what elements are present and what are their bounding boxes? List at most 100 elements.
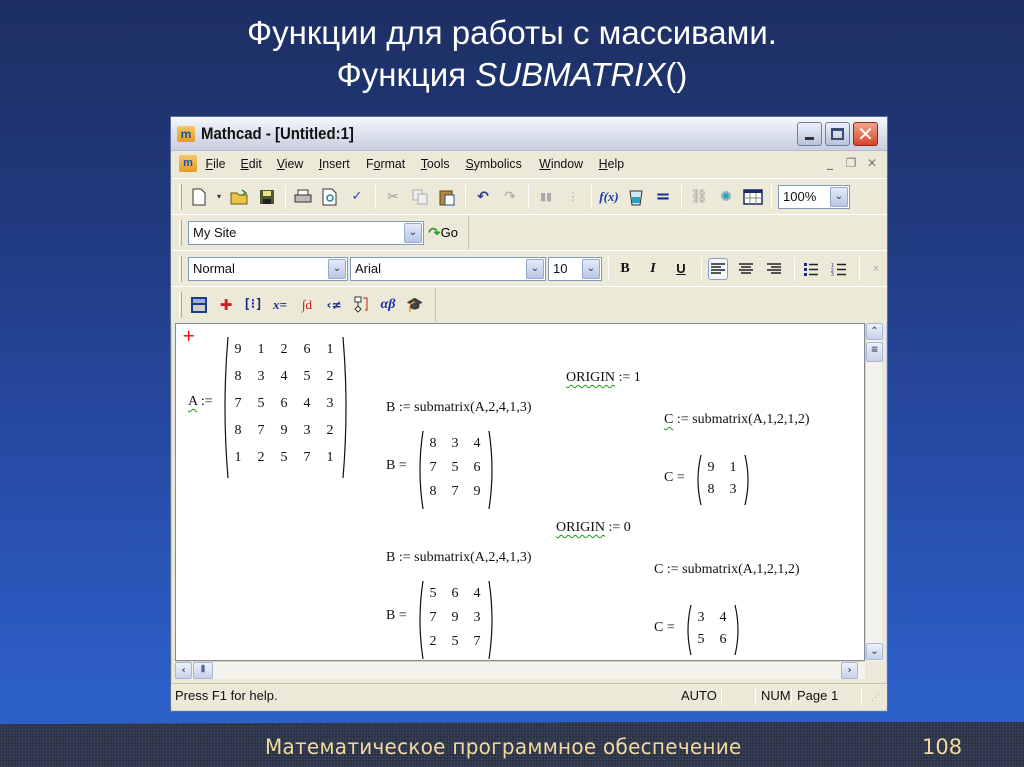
svg-text:3: 3: [831, 272, 834, 276]
copy-icon[interactable]: [409, 186, 431, 208]
programming-palette-icon[interactable]: [350, 294, 372, 316]
menu-help[interactable]: Help: [599, 156, 624, 171]
menu-edit[interactable]: Edit: [241, 156, 262, 171]
doc-close-button[interactable]: ✕: [863, 155, 881, 172]
minimize-button[interactable]: [797, 122, 822, 146]
maximize-button[interactable]: [825, 122, 850, 146]
toolbar-separator: [608, 256, 609, 281]
mathcad-window: m Mathcad - [Untitled:1] ✕ m File Edit Vie…: [170, 116, 888, 712]
bullets-button[interactable]: [801, 258, 821, 280]
menu-file[interactable]: File: [206, 156, 226, 171]
insert-unit-icon[interactable]: [625, 186, 647, 208]
matrix-cell: 6: [280, 396, 288, 411]
new-document-icon[interactable]: [188, 186, 210, 208]
symbolic-palette-icon[interactable]: 🎓: [404, 294, 426, 316]
matrix-a-definition[interactable]: A :=: [188, 394, 213, 410]
horizontal-scrollbar[interactable]: ‹ ⦀ ›: [175, 661, 865, 679]
chevron-down-icon[interactable]: ⌄: [328, 258, 346, 279]
c-submatrix-definition-origin1[interactable]: C := submatrix(A,1,2,1,2): [664, 412, 810, 428]
calculus-palette-icon[interactable]: ∫d: [296, 294, 318, 316]
origin-0-definition[interactable]: ORIGIN := 0: [556, 520, 631, 536]
scroll-down-button[interactable]: ⌄: [866, 643, 883, 660]
menu-view[interactable]: View: [277, 156, 304, 171]
scroll-left-button[interactable]: ‹: [175, 662, 192, 679]
align-right-button[interactable]: [764, 258, 784, 280]
toolbar-grip[interactable]: [179, 219, 182, 246]
graph-palette-icon[interactable]: ✚: [215, 294, 237, 316]
matrix-palette-icon[interactable]: [⁝]: [242, 294, 264, 316]
title-bar[interactable]: m Mathcad - [Untitled:1] ✕: [171, 117, 887, 151]
vertical-scroll-thumb[interactable]: ≡: [866, 342, 883, 362]
dropdown-arrow-icon[interactable]: ▾: [215, 186, 223, 208]
toolbar-overflow-icon[interactable]: ×: [866, 258, 886, 280]
style-value: Normal: [193, 261, 235, 276]
italic-button[interactable]: I: [643, 258, 663, 280]
style-select[interactable]: Normal ⌄: [188, 256, 348, 281]
close-button[interactable]: ✕: [853, 122, 878, 146]
bold-button[interactable]: B: [615, 258, 635, 280]
matrix-cell: 8: [429, 484, 437, 499]
horizontal-scroll-thumb[interactable]: ⦀: [193, 662, 213, 679]
align-across-icon[interactable]: ▮▮: [535, 186, 557, 208]
align-center-button[interactable]: [736, 258, 756, 280]
resize-grip-icon[interactable]: ⋰: [871, 692, 880, 703]
b-submatrix-definition-origin0[interactable]: B := submatrix(A,2,4,1,3): [386, 550, 532, 566]
insert-hyperlink-icon[interactable]: ⛓: [688, 186, 710, 208]
origin-1-definition[interactable]: ORIGIN := 1: [566, 370, 641, 386]
spellcheck-icon[interactable]: ✓: [346, 186, 368, 208]
menu-window[interactable]: Window: [539, 156, 583, 171]
chevron-down-icon[interactable]: ⌄: [526, 258, 544, 279]
toolbar-grip[interactable]: [179, 183, 182, 210]
underline-button[interactable]: U: [671, 258, 691, 280]
chevron-down-icon[interactable]: ⌄: [404, 222, 422, 243]
numbered-list-icon: 123: [831, 263, 846, 276]
go-button[interactable]: ↷ Go: [428, 224, 458, 242]
print-preview-icon[interactable]: [319, 186, 341, 208]
menu-insert[interactable]: Insert: [319, 156, 350, 171]
calculate-icon[interactable]: =: [652, 186, 674, 208]
paste-icon[interactable]: [436, 186, 458, 208]
cut-icon[interactable]: ✂: [382, 186, 404, 208]
resources-icon[interactable]: [742, 186, 764, 208]
toolbar-grip[interactable]: [179, 291, 182, 318]
worksheet[interactable]: + A := 9126183452756438793212571 ORIGIN …: [175, 323, 865, 661]
insert-function-icon[interactable]: f(x): [598, 186, 620, 208]
toolbar-grip[interactable]: [179, 255, 182, 282]
zoom-select[interactable]: 100% ⌄: [778, 184, 850, 209]
save-icon[interactable]: [256, 186, 278, 208]
matrix-cell: 7: [473, 634, 481, 649]
boolean-palette-icon[interactable]: ‹≠: [323, 294, 345, 316]
align-down-icon[interactable]: ⋮: [562, 186, 584, 208]
mathcad-icon: m: [177, 126, 195, 142]
document-icon[interactable]: m: [179, 155, 197, 172]
toolbar-separator: [375, 184, 376, 209]
undo-icon[interactable]: ↶: [472, 186, 494, 208]
align-left-button[interactable]: [708, 257, 728, 280]
print-icon[interactable]: [292, 186, 314, 208]
b-submatrix-definition-origin1[interactable]: B := submatrix(A,2,4,1,3): [386, 400, 532, 416]
menu-tools[interactable]: Tools: [421, 156, 450, 171]
greek-palette-icon[interactable]: αβ: [377, 294, 399, 316]
c-submatrix-definition-origin0[interactable]: C := submatrix(A,1,2,1,2): [654, 562, 800, 578]
slide-title-prefix: Функция: [336, 56, 476, 93]
calculator-palette-icon[interactable]: [188, 294, 210, 316]
menu-symbolics[interactable]: Symbolics: [466, 156, 522, 171]
matrix-cell: 3: [729, 482, 737, 497]
chevron-down-icon[interactable]: ⌄: [830, 186, 848, 207]
evaluation-palette-icon[interactable]: x=: [269, 294, 291, 316]
redo-icon[interactable]: ↷: [499, 186, 521, 208]
doc-restore-button[interactable]: ❐: [842, 155, 860, 172]
scroll-up-button[interactable]: ⌃: [866, 323, 883, 340]
menu-format[interactable]: Format: [366, 156, 405, 171]
address-combo[interactable]: My Site ⌄: [188, 220, 424, 245]
open-folder-icon[interactable]: [229, 186, 251, 208]
scroll-right-button[interactable]: ›: [841, 662, 858, 679]
vertical-scrollbar[interactable]: ⌃ ≡ ⌄: [865, 323, 883, 661]
numbering-button[interactable]: 123: [829, 258, 849, 280]
chevron-down-icon[interactable]: ⌄: [582, 258, 600, 279]
font-size-select[interactable]: 10 ⌄: [548, 256, 602, 281]
doc-minimize-button[interactable]: _: [821, 155, 839, 172]
font-select[interactable]: Arial ⌄: [350, 256, 546, 281]
font-value: Arial: [355, 261, 382, 276]
component-wizard-icon[interactable]: ✺: [715, 186, 737, 208]
